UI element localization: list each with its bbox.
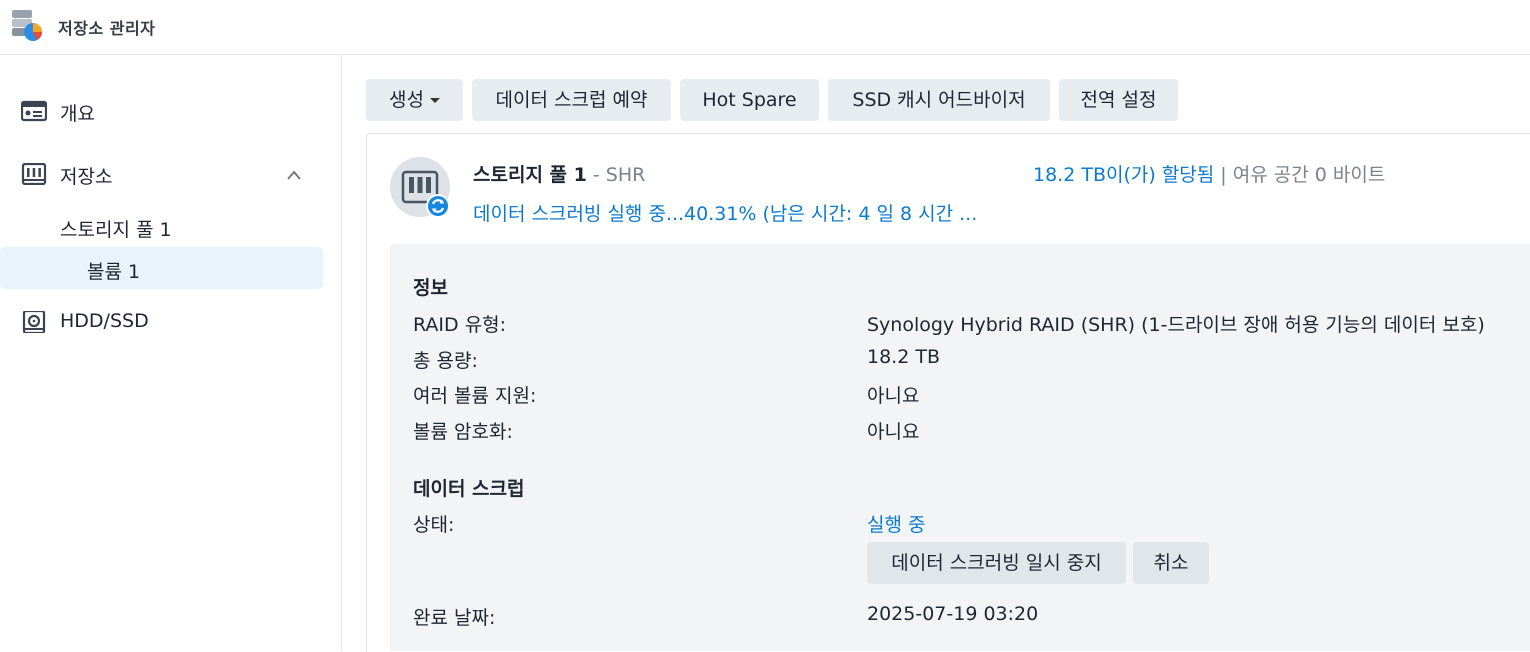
create-button-label: 생성 — [389, 89, 424, 111]
pool-title: 스토리지 풀 1 - SHR — [473, 160, 645, 187]
app-title: 저장소 관리자 — [58, 19, 156, 38]
create-button[interactable]: 생성 — [366, 79, 463, 121]
scrub-status-label: 상태: — [413, 514, 455, 536]
capacity-divider: | — [1220, 164, 1227, 186]
scrub-section-title: 데이터 스크럽 — [413, 478, 525, 500]
raid-type-label: RAID 유형: — [413, 314, 507, 336]
caret-down-icon — [429, 98, 440, 103]
pool-name: 스토리지 풀 1 — [473, 164, 587, 186]
scrub-status-value: 실행 중 — [867, 514, 926, 536]
sidebar-item-storage-pool-1[interactable]: 스토리지 풀 1 — [0, 205, 323, 247]
allocated-link[interactable]: 18.2 TB이(가) 할당됨 — [1033, 164, 1214, 186]
pool-separator: - — [586, 164, 606, 186]
scrub-schedule-button[interactable]: 데이터 스크럽 예약 — [472, 79, 671, 121]
chevron-up-icon[interactable] — [286, 166, 302, 180]
multi-volume-value: 아니요 — [867, 385, 920, 407]
volume-encryption-value: 아니요 — [867, 421, 920, 443]
storage-pool-icon — [390, 157, 450, 218]
free-space: 여유 공간 0 바이트 — [1232, 164, 1386, 186]
sidebar-item-label: 볼륨 1 — [87, 261, 141, 283]
ssd-cache-advisor-button[interactable]: SSD 캐시 어드바이저 — [828, 79, 1050, 121]
total-capacity-label: 총 용량: — [413, 350, 478, 372]
sidebar-item-hdd-ssd[interactable]: HDD/SSD — [0, 300, 323, 342]
global-settings-button[interactable]: 전역 설정 — [1059, 79, 1178, 121]
raid-type-value: Synology Hybrid RAID (SHR) (1-드라이브 장애 허용… — [867, 314, 1485, 336]
cancel-scrub-button[interactable]: 취소 — [1133, 542, 1209, 584]
pool-capacity: 18.2 TB이(가) 할당됨 | 여유 공간 0 바이트 — [1033, 160, 1385, 187]
sidebar-item-label: HDD/SSD — [60, 310, 149, 332]
multi-volume-label: 여러 볼륨 지원: — [413, 385, 537, 407]
sidebar-item-storage[interactable]: 저장소 — [0, 152, 323, 194]
sidebar — [0, 55, 342, 651]
hdd-icon — [21, 309, 47, 335]
completion-date-label: 완료 날짜: — [413, 607, 496, 629]
scrub-status-line[interactable]: 데이터 스크러빙 실행 중...40.31% (남은 시간: 4 일 8 시간 … — [473, 199, 977, 226]
total-capacity-value: 18.2 TB — [867, 346, 940, 368]
volume-encryption-label: 볼륨 암호화: — [413, 421, 513, 443]
pause-scrub-button[interactable]: 데이터 스크러빙 일시 중지 — [867, 542, 1126, 584]
sidebar-item-overview[interactable]: 개요 — [0, 89, 323, 131]
sidebar-item-label: 스토리지 풀 1 — [60, 219, 172, 241]
pool-details — [390, 244, 1530, 651]
sidebar-item-volume-1[interactable]: 볼륨 1 — [0, 247, 323, 289]
completion-date-value: 2025-07-19 03:20 — [867, 603, 1039, 625]
storage-manager-icon — [10, 8, 44, 42]
pool-raid-type: SHR — [605, 164, 646, 186]
info-section-title: 정보 — [413, 277, 448, 299]
storage-rack-icon — [21, 162, 47, 186]
sidebar-item-label: 저장소 — [60, 166, 113, 188]
overview-card-icon — [20, 100, 48, 122]
sidebar-item-label: 개요 — [60, 103, 95, 125]
title-bar: 저장소 관리자 — [0, 0, 1530, 55]
hot-spare-button[interactable]: Hot Spare — [680, 79, 819, 121]
